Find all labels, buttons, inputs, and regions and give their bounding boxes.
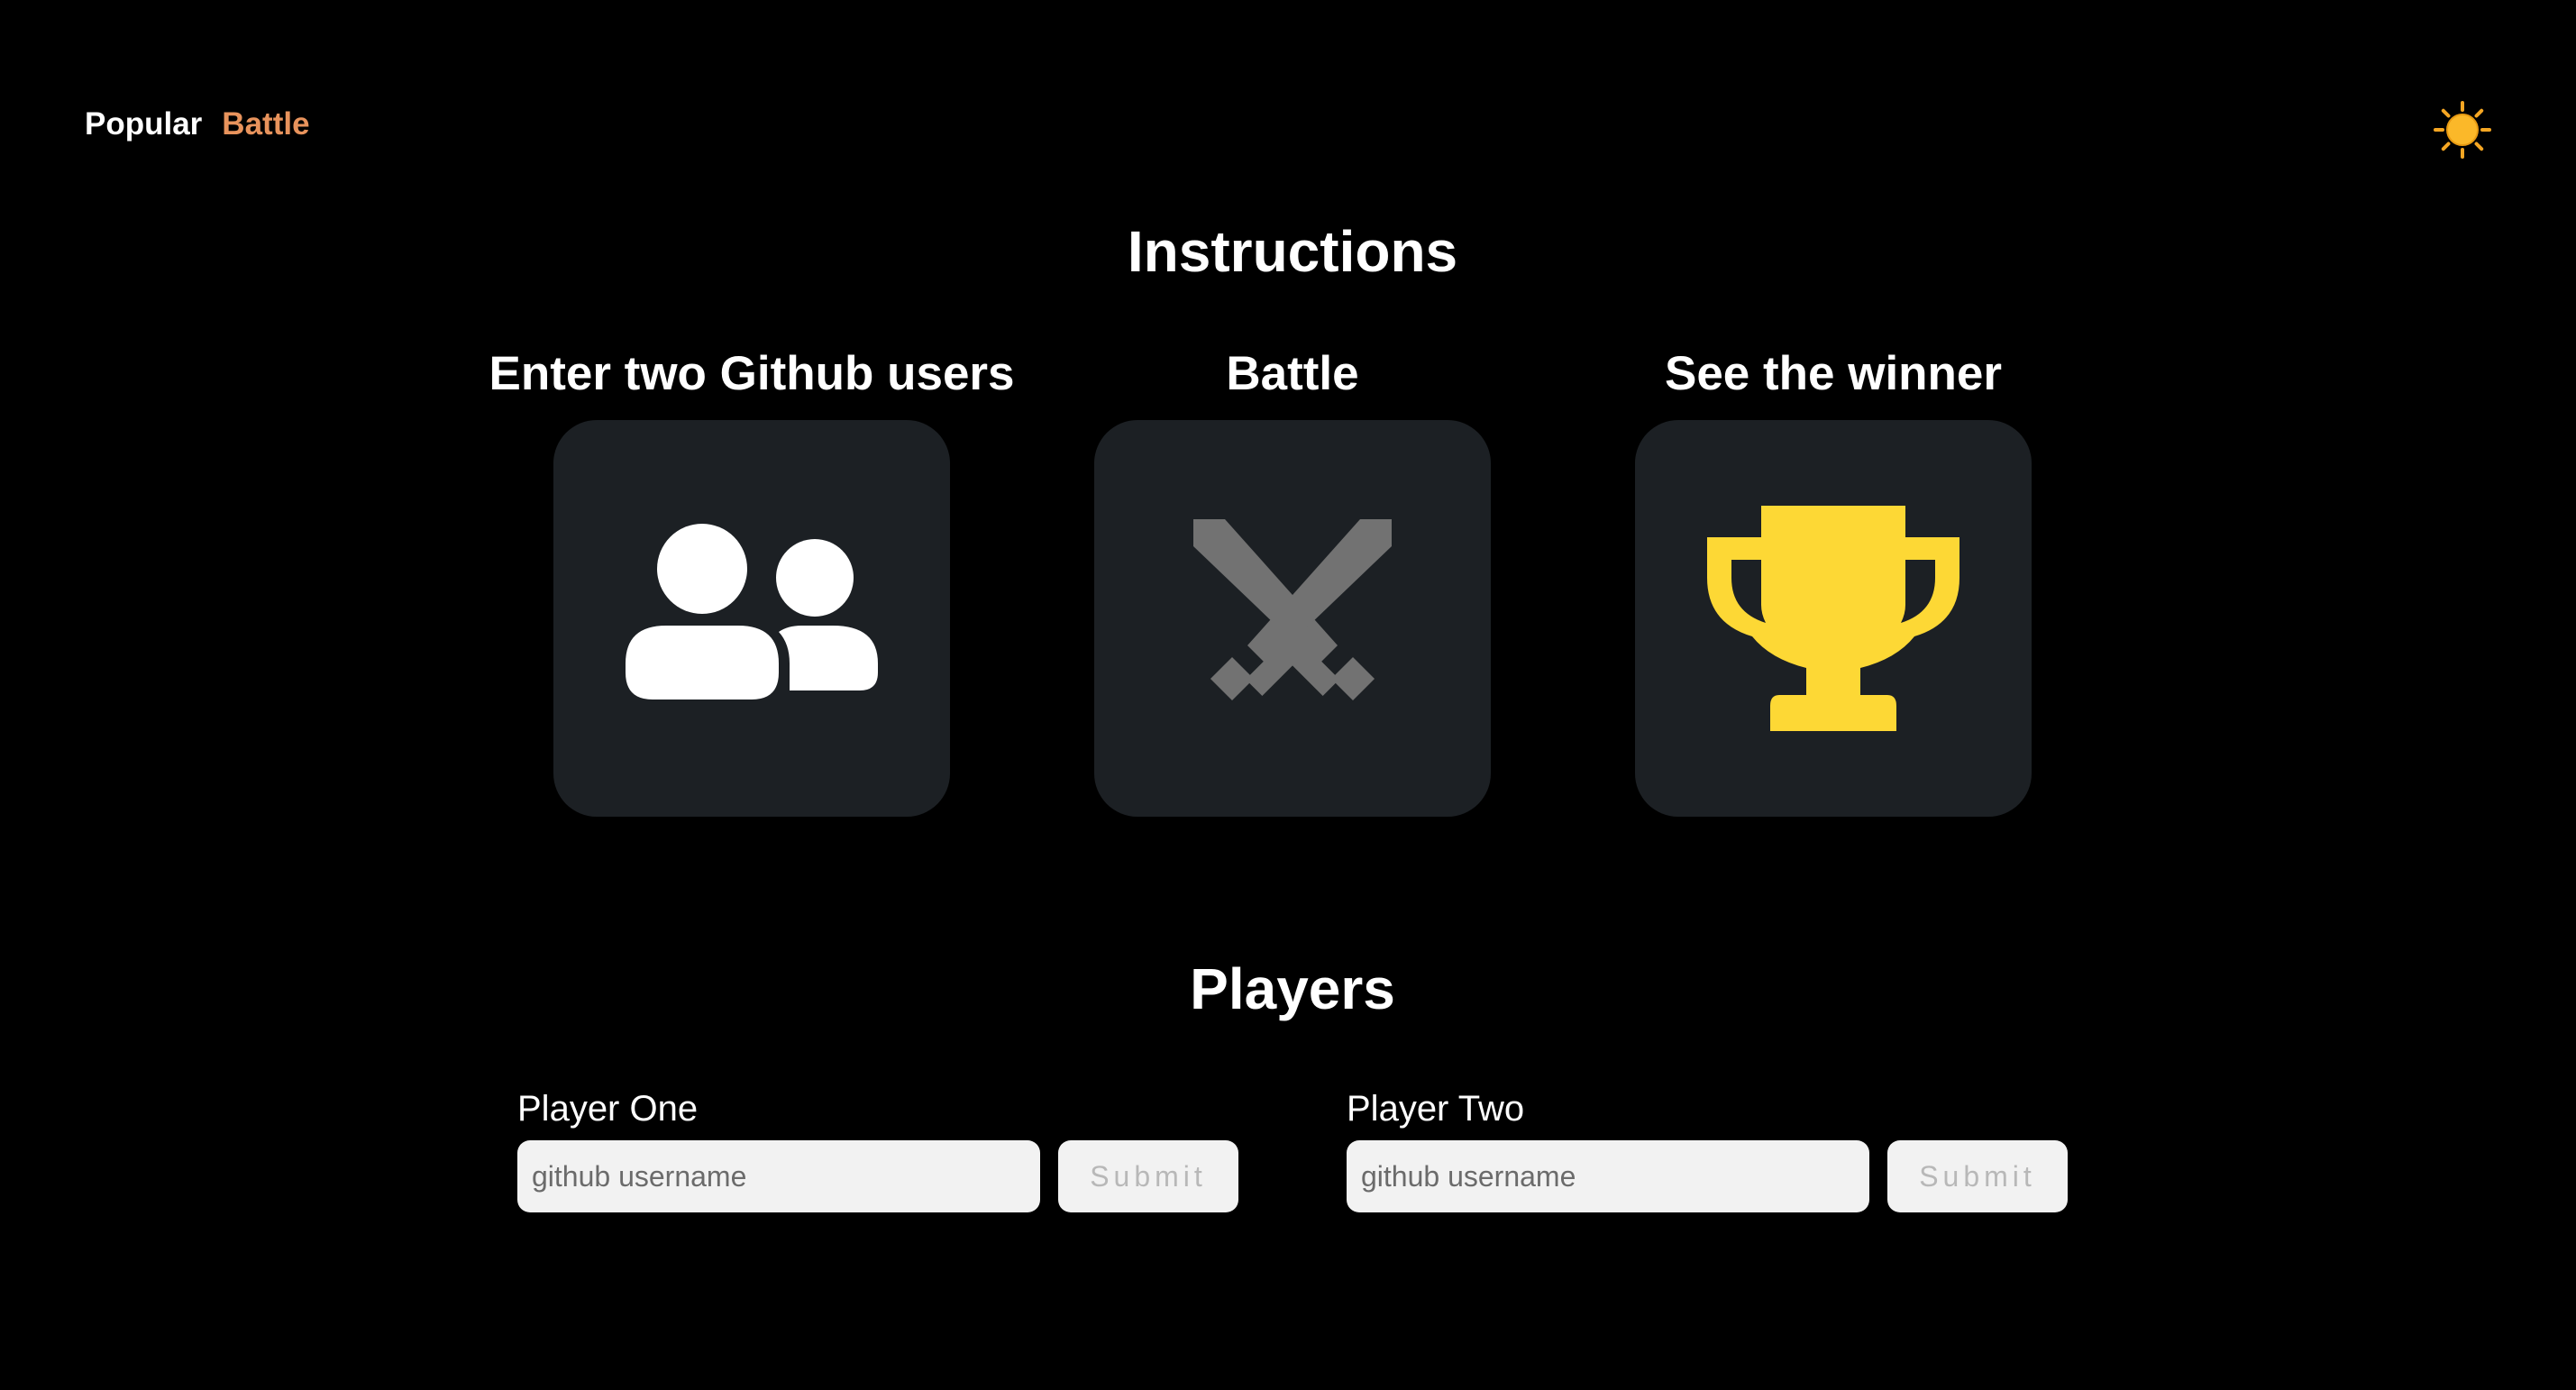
crossed-swords-icon	[1193, 519, 1392, 701]
player-one-username-input[interactable]	[517, 1140, 1040, 1212]
player-one-form: Player One Submit	[517, 1086, 1238, 1212]
players-heading: Players	[1190, 956, 1395, 1021]
player-two-row: Submit	[1347, 1140, 2068, 1212]
player-one-row: Submit	[517, 1140, 1238, 1212]
theme-toggle-button[interactable]	[2434, 101, 2491, 159]
trophy-icon	[1707, 506, 1959, 731]
page: Popular Battle Instructions Enter two Gi…	[0, 0, 2576, 1390]
player-two-username-input[interactable]	[1347, 1140, 1869, 1212]
player-two-label: Player Two	[1347, 1089, 1525, 1129]
step-card	[553, 420, 950, 817]
instructions-heading: Instructions	[1127, 219, 1458, 284]
users-icon	[626, 524, 878, 700]
step-card	[1635, 420, 2032, 817]
instruction-step-battle: Battle	[1022, 343, 1563, 817]
nav-link-battle[interactable]: Battle	[222, 106, 309, 142]
sun-icon	[2434, 101, 2491, 159]
player-one-label: Player One	[517, 1089, 699, 1129]
player-two-submit-button[interactable]: Submit	[1887, 1140, 2068, 1212]
step-title: See the winner	[1664, 347, 2003, 400]
main-nav: Popular Battle	[85, 106, 310, 142]
step-title: Battle	[1226, 347, 1359, 400]
nav-link-popular[interactable]: Popular	[85, 106, 202, 142]
step-title: Enter two Github users	[489, 347, 1015, 400]
step-card	[1094, 420, 1491, 817]
instruction-step-enter-users: Enter two Github users	[481, 343, 1022, 817]
instruction-step-see-winner: See the winner	[1563, 343, 2104, 817]
player-one-submit-button[interactable]: Submit	[1058, 1140, 1238, 1212]
player-two-form: Player Two Submit	[1347, 1086, 2068, 1212]
